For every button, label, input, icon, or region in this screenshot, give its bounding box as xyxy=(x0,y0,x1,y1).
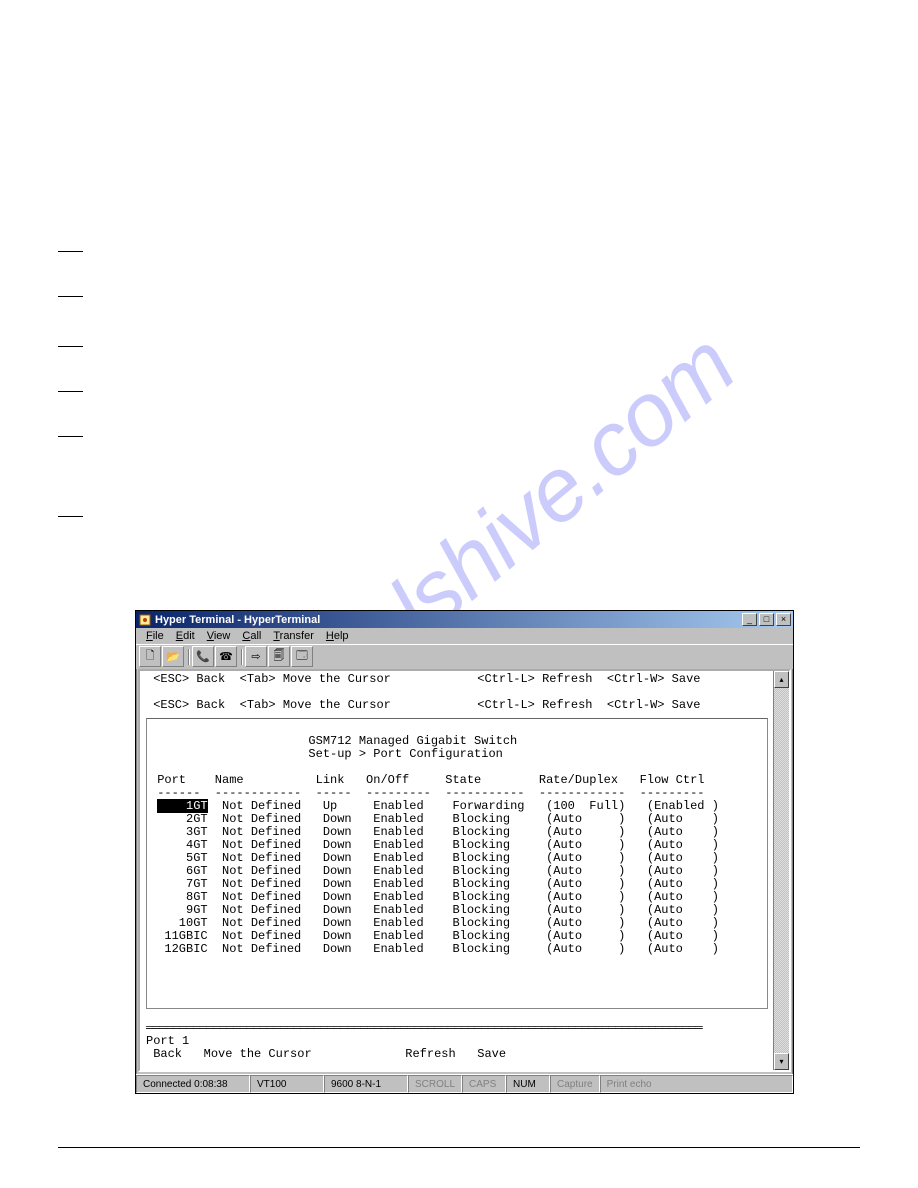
minimize-button[interactable]: _ xyxy=(742,613,757,626)
scroll-up-button[interactable]: ▴ xyxy=(774,671,789,688)
scroll-track[interactable] xyxy=(774,688,789,1053)
menu-help[interactable]: Help xyxy=(320,630,355,642)
page-footer-rule xyxy=(58,1147,860,1148)
window-title: Hyper Terminal - HyperTerminal xyxy=(155,614,742,626)
margin-tick-marks xyxy=(58,250,83,520)
open-icon[interactable]: 📂 xyxy=(162,646,184,667)
scroll-down-button[interactable]: ▾ xyxy=(774,1053,789,1070)
menubar: FileEditViewCallTransferHelp xyxy=(136,628,793,644)
send-icon[interactable]: ⇨ xyxy=(245,646,267,667)
status-caps: CAPS xyxy=(462,1075,506,1093)
app-icon xyxy=(138,613,152,627)
menu-file[interactable]: File xyxy=(140,630,170,642)
hyperterminal-window: Hyper Terminal - HyperTerminal _ □ × Fil… xyxy=(135,610,794,1094)
status-connected: Connected 0:08:38 xyxy=(136,1075,250,1093)
vertical-scrollbar[interactable]: ▴ ▾ xyxy=(773,671,789,1070)
statusbar: Connected 0:08:38 VT100 9600 8-N-1 SCROL… xyxy=(136,1074,793,1093)
titlebar[interactable]: Hyper Terminal - HyperTerminal _ □ × xyxy=(136,611,793,628)
menu-view[interactable]: View xyxy=(201,630,237,642)
status-emulation: VT100 xyxy=(250,1075,324,1093)
status-connection: 9600 8-N-1 xyxy=(324,1075,408,1093)
menu-call[interactable]: Call xyxy=(236,630,267,642)
close-button[interactable]: × xyxy=(776,613,791,626)
status-printecho: Print echo xyxy=(600,1075,793,1093)
props2-icon[interactable]: 🗔 xyxy=(291,646,313,667)
status-capture: Capture xyxy=(550,1075,600,1093)
connect-icon[interactable]: 📞 xyxy=(192,646,214,667)
maximize-button[interactable]: □ xyxy=(759,613,774,626)
status-num: NUM xyxy=(506,1075,550,1093)
menu-transfer[interactable]: Transfer xyxy=(267,630,320,642)
status-scroll: SCROLL xyxy=(408,1075,462,1093)
properties-icon[interactable]: 🗐 xyxy=(268,646,290,667)
menu-edit[interactable]: Edit xyxy=(170,630,201,642)
new-doc-icon[interactable]: 🗋 xyxy=(139,646,161,667)
terminal-frame: <ESC> Back <Tab> Move the Cursor <Ctrl-L… xyxy=(138,669,791,1072)
disconnect-icon[interactable]: ☎ xyxy=(215,646,237,667)
toolbar: 🗋📂 📞☎ ⇨🗐🗔 xyxy=(136,644,793,669)
terminal-content[interactable]: <ESC> Back <Tab> Move the Cursor <Ctrl-L… xyxy=(140,671,774,1070)
